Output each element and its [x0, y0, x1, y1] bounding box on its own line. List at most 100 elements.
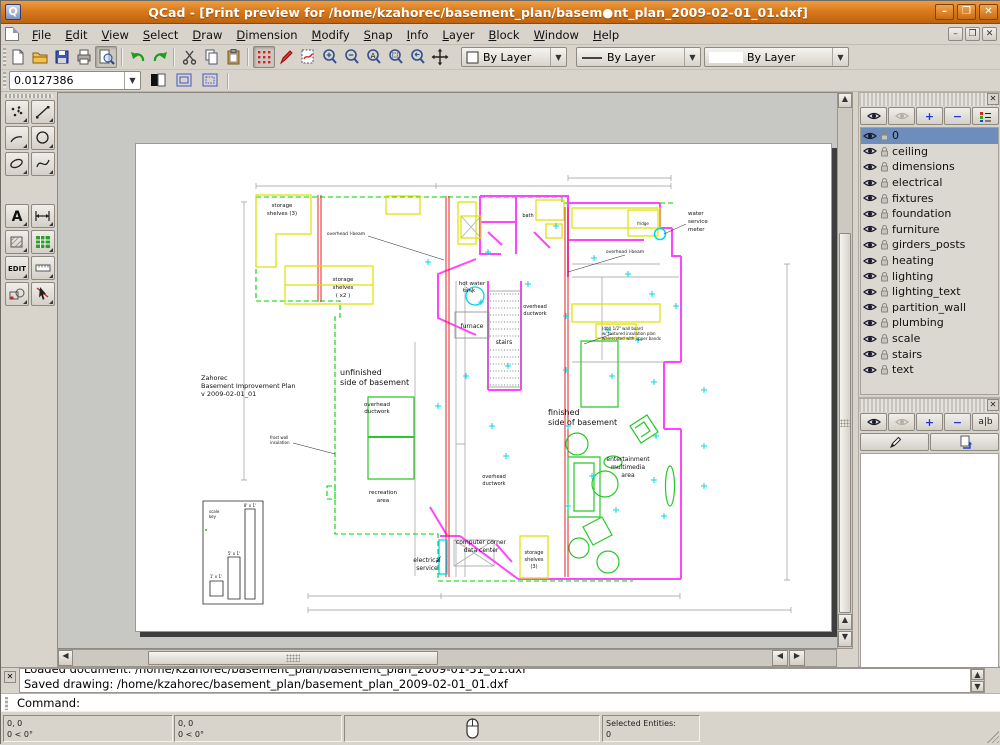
layer-row[interactable]: plumbing	[861, 315, 998, 331]
black-white-toggle-button[interactable]	[147, 70, 169, 90]
menu-item[interactable]: Modify	[305, 26, 357, 44]
paper-margins-toggle-button[interactable]	[199, 70, 221, 90]
hatch-tool-button[interactable]	[5, 230, 29, 254]
arc-tool-button[interactable]	[5, 126, 29, 150]
show-all-blocks-button[interactable]	[860, 413, 887, 431]
block-panel-drag-handle[interactable]: ✕	[859, 399, 1000, 412]
layer-attributes-button[interactable]	[972, 107, 999, 125]
title-bar[interactable]: Q QCad - [Print preview for /home/kzahor…	[1, 1, 1000, 24]
scroll-left-button-2[interactable]: ◀	[772, 650, 788, 666]
rename-block-button[interactable]: a|b	[972, 413, 999, 431]
hide-all-blocks-button[interactable]	[888, 413, 915, 431]
mdi-minimize-button[interactable]: –	[948, 27, 963, 41]
menu-item[interactable]: Select	[136, 26, 186, 44]
redo-button[interactable]	[149, 46, 171, 68]
command-close-icon[interactable]: ✕	[4, 671, 16, 683]
menu-item[interactable]: Block	[481, 26, 526, 44]
undo-button[interactable]	[127, 46, 149, 68]
line-tool-button[interactable]	[31, 100, 55, 124]
ellipse-tool-button[interactable]	[5, 152, 29, 176]
menu-item[interactable]: Edit	[58, 26, 94, 44]
draft-mode-button[interactable]	[275, 46, 297, 68]
layer-lock-icon[interactable]	[880, 317, 889, 328]
zoom-auto-button[interactable]: A	[363, 46, 385, 68]
explode-tool-button[interactable]	[5, 282, 29, 306]
menu-item[interactable]: Layer	[435, 26, 481, 44]
layer-visibility-eye-icon[interactable]	[863, 334, 877, 344]
color-combo-arrow[interactable]: ▼	[550, 48, 566, 66]
layer-visibility-eye-icon[interactable]	[863, 146, 877, 156]
layer-panel-close-icon[interactable]: ✕	[987, 93, 999, 105]
layer-visibility-eye-icon[interactable]	[863, 302, 877, 312]
zoom-previous-button[interactable]	[407, 46, 429, 68]
document-icon[interactable]	[5, 27, 19, 41]
layer-visibility-eye-icon[interactable]	[863, 193, 877, 203]
layer-visibility-eye-icon[interactable]	[863, 256, 877, 266]
layer-visibility-eye-icon[interactable]	[863, 162, 877, 172]
mdi-restore-button[interactable]: ❐	[965, 27, 980, 41]
page-borders-toggle-button[interactable]	[173, 70, 195, 90]
command-history-scrollbar[interactable]: ▲ ▼	[970, 669, 984, 693]
horizontal-scroll-thumb[interactable]	[148, 651, 438, 665]
block-panel-close-icon[interactable]: ✕	[987, 399, 999, 411]
layer-lock-icon[interactable]	[880, 286, 889, 297]
resize-grip[interactable]	[987, 731, 999, 743]
layer-lock-icon[interactable]	[880, 333, 889, 344]
copy-button[interactable]	[201, 46, 223, 68]
layer-row[interactable]: lighting_text	[861, 284, 998, 300]
menu-item[interactable]: Draw	[185, 26, 229, 44]
layer-lock-icon[interactable]	[880, 224, 889, 235]
layer-lock-icon[interactable]	[880, 302, 889, 313]
spline-tool-button[interactable]	[31, 152, 55, 176]
toolbar2-drag-handle[interactable]	[3, 72, 6, 88]
zoom-window-button[interactable]	[385, 46, 407, 68]
scroll-up-button-2[interactable]: ▲	[838, 614, 852, 630]
layer-row[interactable]: ceiling	[861, 144, 998, 160]
menu-item[interactable]: Snap	[357, 26, 400, 44]
layer-lock-icon[interactable]	[880, 177, 889, 188]
layer-lock-icon[interactable]	[880, 255, 889, 266]
layer-visibility-eye-icon[interactable]	[863, 224, 877, 234]
remove-block-button[interactable]: −	[944, 413, 971, 431]
edit-block-button[interactable]	[860, 433, 929, 451]
zoom-out-button[interactable]	[341, 46, 363, 68]
mdi-close-button[interactable]: ✕	[982, 27, 997, 41]
command-drag-handle[interactable]	[5, 697, 8, 710]
select-tool-button[interactable]	[31, 282, 55, 306]
horizontal-scrollbar[interactable]: ◀ ◀ ▶	[57, 649, 837, 667]
grid-toggle-button[interactable]	[253, 46, 275, 68]
layer-visibility-eye-icon[interactable]	[863, 131, 877, 141]
layer-lock-icon[interactable]	[880, 364, 889, 375]
remove-layer-button[interactable]: −	[944, 107, 971, 125]
layer-lock-icon[interactable]	[880, 193, 889, 204]
scale-combo-arrow[interactable]: ▼	[124, 72, 140, 89]
layer-row[interactable]: text	[861, 362, 998, 378]
layer-row[interactable]: furniture	[861, 222, 998, 238]
layer-row[interactable]: heating	[861, 253, 998, 269]
layer-row[interactable]: scale	[861, 331, 998, 347]
dimension-tool-button[interactable]	[31, 204, 55, 228]
layer-visibility-eye-icon[interactable]	[863, 209, 877, 219]
layer-row[interactable]: foundation	[861, 206, 998, 222]
vertical-scroll-thumb[interactable]	[839, 233, 851, 613]
open-file-button[interactable]	[29, 46, 51, 68]
layer-lock-icon[interactable]	[880, 208, 889, 219]
scroll-left-button[interactable]: ◀	[58, 650, 73, 666]
layer-lock-icon[interactable]	[880, 130, 889, 141]
history-scroll-up-button[interactable]: ▲	[971, 669, 984, 680]
layer-visibility-eye-icon[interactable]	[863, 240, 877, 250]
block-list[interactable]	[860, 453, 999, 679]
layer-lock-icon[interactable]	[880, 239, 889, 250]
layer-visibility-eye-icon[interactable]	[863, 271, 877, 281]
layer-lock-icon[interactable]	[880, 271, 889, 282]
color-combo[interactable]: By Layer ▼	[461, 47, 567, 67]
circle-tool-button[interactable]	[31, 126, 55, 150]
add-layer-button[interactable]: +	[916, 107, 943, 125]
layer-lock-icon[interactable]	[880, 349, 889, 360]
layer-visibility-eye-icon[interactable]	[863, 365, 877, 375]
hide-all-layers-button[interactable]	[888, 107, 915, 125]
text-tool-button[interactable]: A	[5, 204, 29, 228]
close-button[interactable]: ✕	[979, 4, 998, 20]
layer-row[interactable]: partition_wall	[861, 300, 998, 316]
maximize-button[interactable]: ❐	[957, 4, 976, 20]
